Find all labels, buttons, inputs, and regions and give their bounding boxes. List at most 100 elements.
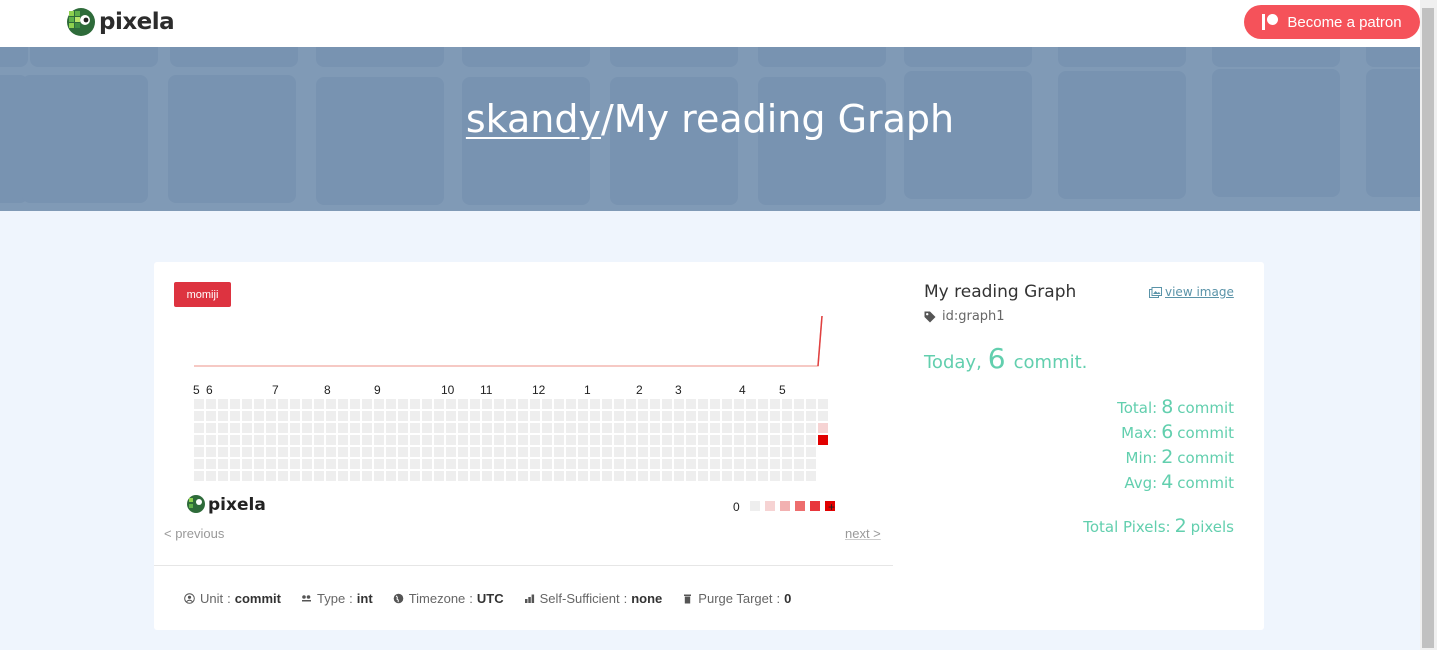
pixel [626,447,636,457]
pixel [362,459,372,469]
pixel [494,399,504,409]
pixel [542,399,552,409]
pixel [326,471,336,481]
pixel [458,447,468,457]
pixel [278,471,288,481]
pixel [530,399,540,409]
pixel [266,423,276,433]
legend-swatch [810,501,820,511]
pixel [638,423,648,433]
pixel [362,435,372,445]
pixel [374,459,384,469]
pixel [326,447,336,457]
pixel [206,435,216,445]
pixel [374,447,384,457]
pixel [278,411,288,421]
pixel [614,411,624,421]
pixel [410,447,420,457]
meta-label: Self-Sufficient [539,591,620,606]
pixel [350,399,360,409]
pixel [818,399,828,409]
pixel [266,471,276,481]
pixel [458,459,468,469]
meta-separator: : [623,591,628,606]
pixel [686,459,696,469]
pixel [218,471,228,481]
graph-id-text: id:graph1 [942,309,1005,324]
pixel [326,411,336,421]
meta-label: Unit [200,591,224,606]
pixel [446,399,456,409]
pixel [458,399,468,409]
pixel [746,471,756,481]
pixel [194,423,204,433]
pixel [350,423,360,433]
pixel [206,471,216,481]
pixel [350,459,360,469]
pixel [554,471,564,481]
legend-swatch [750,501,760,511]
pixel [650,411,660,421]
pixel [362,423,372,433]
pixel [230,447,240,457]
view-image-link[interactable]: view image [1149,285,1234,299]
pixel [722,447,732,457]
pixel [698,459,708,469]
pixel [782,447,792,457]
pixel [338,459,348,469]
pixel [326,435,336,445]
pixel [374,423,384,433]
pixel [446,435,456,445]
pixel [746,411,756,421]
pixel [458,471,468,481]
pixel [494,411,504,421]
scrollbar-thumb[interactable] [1422,8,1434,648]
previous-link[interactable]: < previous [164,526,224,541]
pixel [806,411,816,421]
pixel [254,447,264,457]
pixel [494,447,504,457]
pixel [710,447,720,457]
tag-icon [924,311,936,322]
pixel [662,459,672,469]
pixel [506,471,516,481]
pixel [314,399,324,409]
scrollbar[interactable] [1420,0,1437,650]
pixel [734,423,744,433]
pixel [638,447,648,457]
graph-card: momiji 5 6 7 8 9 10 11 12 1 2 3 4 5 pixela 0 + < previo… [154,262,1264,630]
next-link[interactable]: next > [845,526,881,541]
pixel [266,411,276,421]
pixel [194,471,204,481]
pixel [362,411,372,421]
pixel [554,447,564,457]
pixel [470,399,480,409]
pixel [626,423,636,433]
self-sufficient-icon [524,593,540,604]
type-icon [301,593,317,604]
pixel [782,459,792,469]
pixel [266,435,276,445]
month-label: 12 [532,383,546,397]
pixel [290,411,300,421]
pixel [530,423,540,433]
pixel [494,471,504,481]
pixel [758,459,768,469]
pixel [650,447,660,457]
pixela-logo[interactable]: pixela [66,7,175,37]
pixel [782,411,792,421]
become-patron-button[interactable]: Become a patron [1244,5,1420,39]
month-label: 7 [272,383,279,397]
legend-max: + [828,500,835,514]
month-label: 4 [739,383,746,397]
user-link[interactable]: skandy [466,97,601,141]
pixel [218,447,228,457]
pixel [218,423,228,433]
pixel [674,459,684,469]
pixel [434,411,444,421]
patreon-icon [1262,14,1279,30]
pixel [602,447,612,457]
pixel [602,411,612,421]
stat-label: Avg: [1124,474,1158,492]
pixel [338,399,348,409]
